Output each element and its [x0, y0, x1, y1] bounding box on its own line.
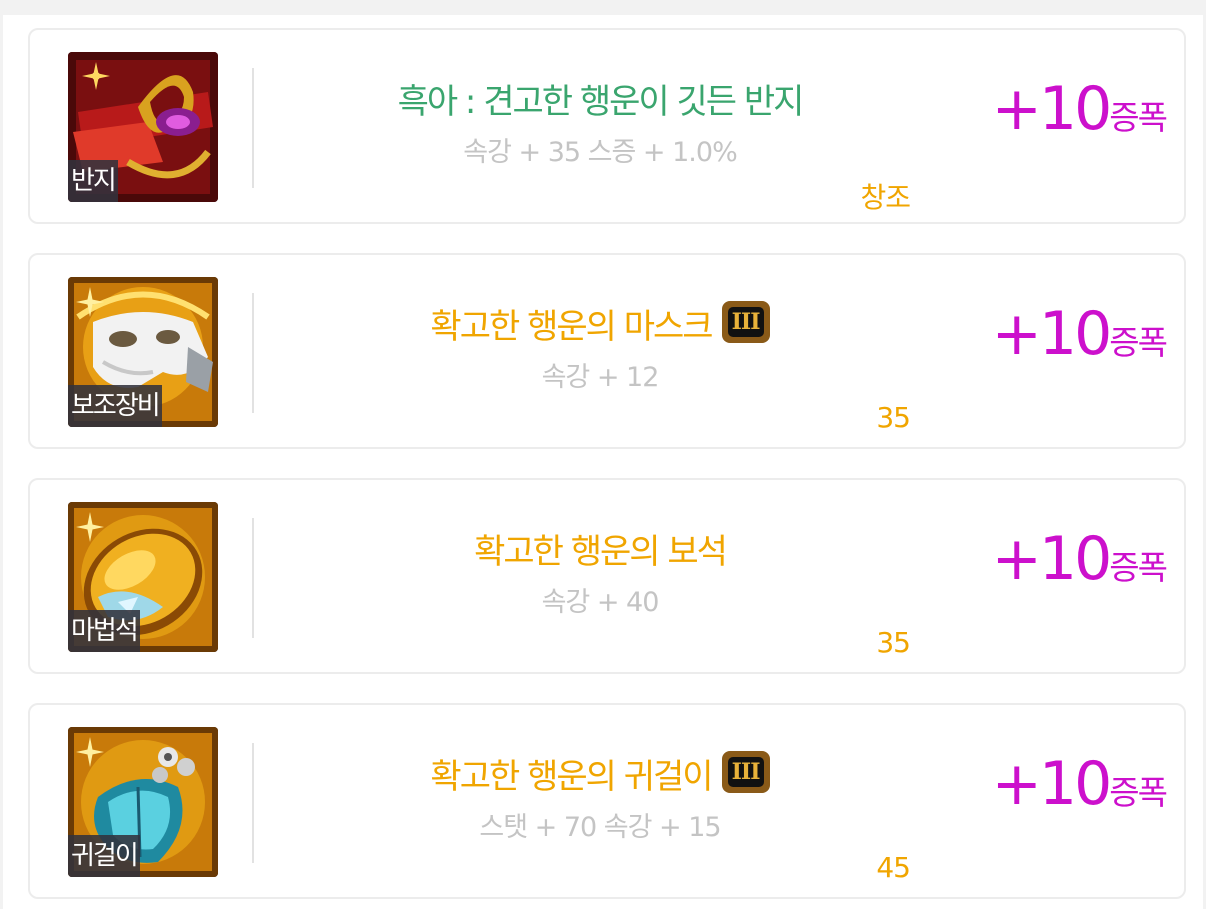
item-title-row: 흑아 : 견고한 행운이 깃든 반지: [270, 74, 930, 122]
item-title-row: 확고한 행운의 귀걸이 III: [270, 749, 930, 797]
item-source: 35: [876, 401, 911, 434]
item-name: 확고한 행운의 마스크: [430, 307, 713, 347]
item-stats: 속강 + 12: [541, 362, 660, 393]
item-stats: 속강 + 40: [541, 587, 660, 618]
divider: [252, 68, 254, 188]
amplify-value: +10증폭: [991, 524, 1168, 594]
tier-badge-label: III: [727, 756, 764, 787]
amplify-number: +10: [991, 749, 1113, 819]
equipment-card-ring[interactable]: 반지 흑아 : 견고한 행운이 깃든 반지 속강 + 35 스증 + 1.0% …: [28, 28, 1186, 224]
amplify-number: +10: [991, 74, 1113, 144]
item-source: 창조: [860, 181, 911, 214]
divider: [252, 293, 254, 413]
slot-label: 보조장비: [68, 385, 162, 427]
ring-icon: 반지: [68, 52, 218, 202]
item-source: 35: [876, 626, 911, 659]
slot-label: 마법석: [68, 610, 140, 652]
amplify-number: +10: [991, 299, 1113, 369]
equipment-card-earring[interactable]: 귀걸이 확고한 행운의 귀걸이 III 스탯 + 70 속강 + 15 45 +1…: [28, 703, 1186, 899]
amplify-unit: 증폭: [1109, 98, 1168, 137]
item-stats: 속강 + 35 스증 + 1.0%: [463, 137, 737, 168]
divider: [252, 518, 254, 638]
item-title-row: 확고한 행운의 마스크 III: [270, 299, 930, 347]
amplify-number: +10: [991, 524, 1113, 594]
tier-badge-icon: III: [721, 750, 770, 793]
amplify-value: +10증폭: [991, 749, 1168, 819]
item-stats: 스탯 + 70 속강 + 15: [479, 812, 721, 843]
item-source: 45: [876, 851, 911, 884]
gem-icon: 마법석: [68, 502, 218, 652]
amplify-value: +10증폭: [991, 299, 1168, 369]
amplify-unit: 증폭: [1109, 323, 1168, 362]
amplify-unit: 증폭: [1109, 548, 1168, 587]
slot-label: 귀걸이: [68, 835, 140, 877]
amplify-value: +10증폭: [991, 74, 1168, 144]
tier-badge-label: III: [727, 306, 764, 337]
amplify-unit: 증폭: [1109, 773, 1168, 812]
tier-badge-icon: III: [721, 300, 770, 343]
equipment-card-subweapon[interactable]: 보조장비 확고한 행운의 마스크 III 속강 + 12 35 +10증폭: [28, 253, 1186, 449]
item-name: 흑아 : 견고한 행운이 깃든 반지: [397, 82, 805, 122]
equipment-card-magicstone[interactable]: 마법석 확고한 행운의 보석 속강 + 40 35 +10증폭: [28, 478, 1186, 674]
divider: [252, 743, 254, 863]
item-name: 확고한 행운의 귀걸이: [430, 757, 713, 797]
item-title-row: 확고한 행운의 보석: [270, 524, 930, 572]
item-name: 확고한 행운의 보석: [474, 532, 728, 572]
mask-icon: 보조장비: [68, 277, 218, 427]
equipment-list-panel: 반지 흑아 : 견고한 행운이 깃든 반지 속강 + 35 스증 + 1.0% …: [3, 15, 1203, 909]
earring-icon: 귀걸이: [68, 727, 218, 877]
slot-label: 반지: [68, 160, 118, 202]
